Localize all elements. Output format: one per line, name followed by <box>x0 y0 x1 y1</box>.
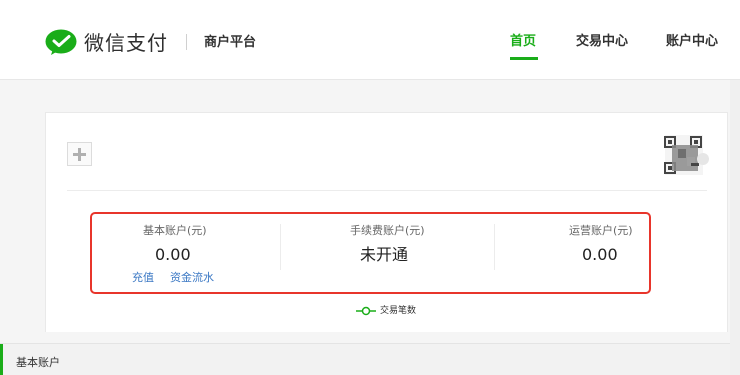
basic-account-label: 基本账户(元) <box>143 224 207 237</box>
wechat-pay-logo-icon[interactable] <box>45 29 77 56</box>
nav-home[interactable]: 首页 <box>510 33 536 51</box>
ops-account-label: 运营账户(元) <box>569 224 633 237</box>
column-divider <box>280 224 281 270</box>
tab-basic-account[interactable]: 基本账户 <box>0 343 730 375</box>
fee-account-label: 手续费账户(元) <box>350 224 425 237</box>
recharge-link[interactable]: 充值 <box>132 271 154 285</box>
add-button[interactable] <box>67 142 92 166</box>
tab-active-indicator <box>0 344 3 375</box>
ops-account-balance: 0.00 <box>582 245 618 264</box>
tab-label: 基本账户 <box>16 356 60 369</box>
plus-icon <box>73 147 86 161</box>
nav-transaction-center[interactable]: 交易中心 <box>576 33 628 51</box>
platform-name: 商户平台 <box>204 35 257 50</box>
basic-account-balance: 0.00 <box>155 245 191 264</box>
legend-line-marker-icon <box>356 306 376 316</box>
chart-legend[interactable]: 交易笔数 <box>356 304 416 318</box>
nav-active-indicator <box>510 57 538 60</box>
legend-label: 交易笔数 <box>380 306 417 316</box>
fee-account-status: 未开通 <box>360 245 409 264</box>
qr-avatar-icon[interactable] <box>661 135 709 180</box>
brand-name: 微信支付 <box>84 31 168 55</box>
account-summary-box: 基本账户(元) 0.00 充值 资金流水 手续费账户(元) 未开通 运营账户(元… <box>90 212 651 294</box>
page-scrollbar[interactable] <box>730 80 740 375</box>
card-divider <box>67 190 707 191</box>
brand-divider <box>186 34 187 50</box>
column-divider <box>494 224 495 270</box>
fund-flow-link[interactable]: 资金流水 <box>170 271 214 285</box>
top-header: 微信支付 商户平台 首页 交易中心 账户中心 <box>0 0 740 80</box>
nav-account-center[interactable]: 账户中心 <box>666 33 718 51</box>
